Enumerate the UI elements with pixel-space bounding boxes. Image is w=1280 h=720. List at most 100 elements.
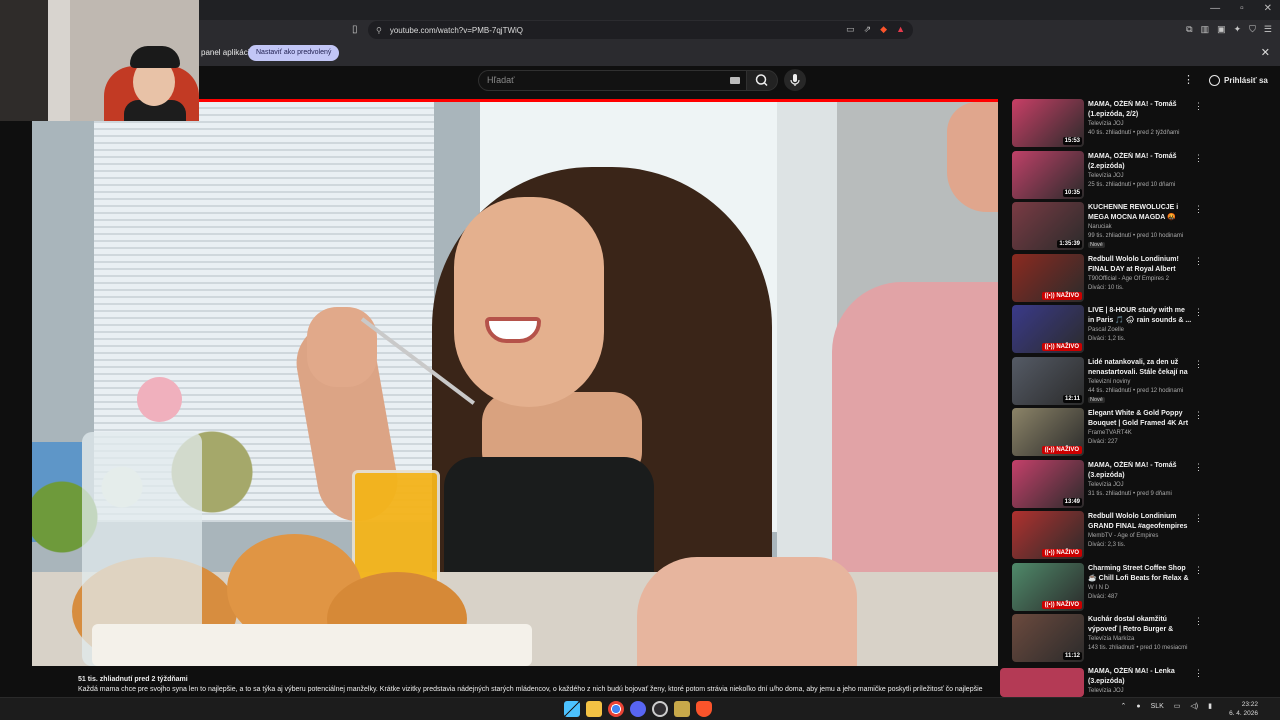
recommendation-title[interactable]: Lidé natankovali, za den už nenastartova… xyxy=(1088,358,1192,378)
brave-rewards-icon[interactable]: ▲ xyxy=(896,24,905,35)
keyboard-icon[interactable] xyxy=(730,77,740,84)
recommendation-channel[interactable]: FrameTVART4K xyxy=(1088,430,1132,436)
start-icon[interactable] xyxy=(564,701,580,717)
recommendation-item[interactable]: 13:49 MAMA, OŽEŇ MA! - Tomáš (3.epizóda) T… xyxy=(1012,459,1204,510)
recommendation-channel[interactable]: T90Official - Age Of Empires 2 xyxy=(1088,276,1169,282)
wallet-icon[interactable]: ▣ xyxy=(1217,24,1226,35)
file-explorer-icon[interactable] xyxy=(586,701,602,717)
video-player[interactable] xyxy=(32,102,998,666)
recommendation-thumbnail[interactable]: 12:11 xyxy=(1012,356,1084,405)
recommendation-kebab-icon[interactable]: ⋮ xyxy=(1194,616,1203,627)
recommendation-title[interactable]: Kuchár dostal okamžitú výpoveď | Retro B… xyxy=(1088,615,1192,635)
recommendation-title[interactable]: MAMA, OŽEŇ MA! - Lenka (3.epizóda) xyxy=(1088,667,1192,687)
recommendation-item[interactable]: 11:12 Kuchár dostal okamžitú výpoveď | Re… xyxy=(1012,614,1204,664)
recommendation-title[interactable]: KUCHENNE REWOLUCJE i MEGA MOCNA MAGDA 🤬 xyxy=(1088,203,1192,223)
recommendation-channel[interactable]: Televízia JOJ xyxy=(1088,121,1124,127)
search-input[interactable]: Hľadať xyxy=(478,70,746,91)
toolbar-right-icons: ⧉ ▥ ▣ ✦ ⛉ ☰ xyxy=(1186,24,1272,35)
recommendation-item[interactable]: 15:53 MAMA, OŽEŇ MA! - Tomáš (1.epizóda, … xyxy=(1012,99,1204,149)
cast-icon[interactable]: ▭ xyxy=(846,24,855,35)
recommendation-channel[interactable]: Televizní noviny xyxy=(1088,379,1130,385)
recommendation-kebab-icon[interactable]: ⋮ xyxy=(1194,668,1203,679)
recommendation-title[interactable]: Redbull Wololo Londinium GRAND FINAL #ag… xyxy=(1088,512,1192,532)
recommendation-thumbnail[interactable]: ((•)) NAŽIVO xyxy=(1012,305,1084,353)
recommendation-item[interactable]: ((•)) NAŽIVO Redbull Wololo Londinium! FI… xyxy=(1012,253,1204,304)
recommendation-channel[interactable]: MembTV - Age of Empires xyxy=(1088,533,1158,539)
taskbar-clock[interactable]: 23:22 6. 4. 2026 xyxy=(1229,700,1258,718)
vpn-icon[interactable]: ⛉ xyxy=(1249,24,1256,35)
recommendation-item[interactable]: 10:35 MAMA, OŽEŇ MA! - Tomáš (2.epizóda) T… xyxy=(1012,150,1204,201)
recommendation-title[interactable]: MAMA, OŽEŇ MA! - Tomáš (1.epizóda, 2/2) xyxy=(1088,100,1192,120)
recommendation-item[interactable]: ((•)) NAŽIVO Redbull Wololo Londinium GRA… xyxy=(1012,511,1204,561)
brave-icon[interactable] xyxy=(696,701,712,717)
recommendation-item[interactable]: ((•)) NAŽIVO Elegant White & Gold Poppy B… xyxy=(1012,408,1204,458)
recommendation-thumbnail[interactable]: 10:35 xyxy=(1012,150,1084,199)
tray-chevron-icon[interactable]: ⌃ xyxy=(1120,702,1126,710)
recommendation-thumbnail[interactable]: ((•)) NAŽIVO xyxy=(1012,511,1084,559)
site-info-icon[interactable]: ⚲ xyxy=(376,26,382,35)
recommendation-thumbnail-partial[interactable] xyxy=(1000,668,1084,697)
set-default-button[interactable]: Nastaviť ako predvolený xyxy=(248,45,340,61)
recommendation-title[interactable]: Charming Street Coffee Shop ☕ Chill Lofi… xyxy=(1088,564,1192,584)
sidebar-icon[interactable]: ▥ xyxy=(1201,24,1210,35)
recommendation-channel[interactable]: Televízia JOJ xyxy=(1088,173,1124,179)
voice-search-button[interactable] xyxy=(784,69,806,91)
extensions-icon[interactable]: ⧉ xyxy=(1186,24,1192,35)
recommendation-channel[interactable]: W I N D xyxy=(1088,585,1109,591)
recommendation-title[interactable]: Elegant White & Gold Poppy Bouquet | Gol… xyxy=(1088,409,1192,429)
recommendation-kebab-icon[interactable]: ⋮ xyxy=(1194,410,1203,421)
menu-icon[interactable]: ☰ xyxy=(1264,24,1272,35)
recommendation-thumbnail[interactable]: 11:12 xyxy=(1012,614,1084,662)
language-indicator[interactable]: SLK xyxy=(1151,703,1164,710)
recommendation-thumbnail[interactable]: 15:53 xyxy=(1012,99,1084,147)
recommendation-kebab-icon[interactable]: ⋮ xyxy=(1194,101,1203,112)
brave-shields-icon[interactable]: ◆ xyxy=(880,24,887,35)
volume-icon[interactable]: ◁) xyxy=(1190,702,1198,710)
recommendation-kebab-icon[interactable]: ⋮ xyxy=(1194,462,1203,473)
app-icon[interactable] xyxy=(674,701,690,717)
recommendation-kebab-icon[interactable]: ⋮ xyxy=(1194,153,1203,164)
obs-icon[interactable] xyxy=(652,701,668,717)
chrome-icon[interactable] xyxy=(608,701,624,717)
recommendation-kebab-icon[interactable]: ⋮ xyxy=(1194,513,1203,524)
close-window-icon[interactable]: ✕ xyxy=(1264,3,1272,14)
recommendation-thumbnail[interactable]: ((•)) NAŽIVO xyxy=(1012,408,1084,456)
recommendation-thumbnail[interactable]: ((•)) NAŽIVO xyxy=(1012,562,1084,611)
recommendation-kebab-icon[interactable]: ⋮ xyxy=(1194,256,1203,267)
recommendation-thumbnail[interactable]: 1:35:39 xyxy=(1012,202,1084,250)
infobar-close-icon[interactable]: ✕ xyxy=(1261,46,1270,59)
recommendation-kebab-icon[interactable]: ⋮ xyxy=(1194,565,1203,576)
recommendation-channel[interactable]: Televízia JOJ xyxy=(1088,482,1124,488)
share-icon[interactable]: ⇗ xyxy=(864,24,872,35)
microphone-tray-icon[interactable]: ● xyxy=(1136,703,1140,710)
bookmark-icon[interactable]: ▯ xyxy=(352,24,358,35)
recommendation-channel[interactable]: Televízia Markíza xyxy=(1088,636,1134,642)
recommendation-kebab-icon[interactable]: ⋮ xyxy=(1194,359,1203,370)
network-icon[interactable]: ▭ xyxy=(1174,702,1181,710)
recommendation-kebab-icon[interactable]: ⋮ xyxy=(1194,307,1203,318)
minimize-icon[interactable]: — xyxy=(1210,3,1220,14)
leo-icon[interactable]: ✦ xyxy=(1234,24,1242,35)
signin-button[interactable]: Prihlásiť sa xyxy=(1201,71,1276,89)
discord-icon[interactable] xyxy=(630,701,646,717)
recommendation-title[interactable]: Redbull Wololo Londinium! FINAL DAY at R… xyxy=(1088,255,1192,275)
recommendation-kebab-icon[interactable]: ⋮ xyxy=(1194,204,1203,215)
recommendation-channel[interactable]: Naruciak xyxy=(1088,224,1112,230)
recommendation-channel[interactable]: Pascal Zoelle xyxy=(1088,327,1124,333)
recommendation-thumbnail[interactable]: 13:49 xyxy=(1012,459,1084,508)
recommendation-channel[interactable]: Televízia JOJ xyxy=(1088,688,1124,694)
recommendation-title[interactable]: LIVE | 8-HOUR study with me in Paris 🎵 🌧… xyxy=(1088,306,1192,326)
maximize-icon[interactable]: ▫ xyxy=(1240,3,1244,14)
recommendation-item[interactable]: 1:35:39 KUCHENNE REWOLUCJE i MEGA MOCNA M… xyxy=(1012,202,1204,252)
search-button[interactable] xyxy=(746,70,778,91)
battery-icon[interactable]: ▮ xyxy=(1208,702,1212,710)
recommendation-title[interactable]: MAMA, OŽEŇ MA! - Tomáš (2.epizóda) xyxy=(1088,152,1192,172)
video-description[interactable]: 51 tis. zhliadnutí pred 2 týždňami Každá… xyxy=(78,675,993,695)
settings-kebab-icon[interactable]: ⋮ xyxy=(1183,73,1194,86)
recommendation-item[interactable]: ((•)) NAŽIVO LIVE | 8-HOUR study with me … xyxy=(1012,305,1204,355)
recommendation-item[interactable]: 12:11 Lidé natankovali, za den už nenasta… xyxy=(1012,356,1204,407)
address-bar[interactable]: ⚲ youtube.com/watch?v=PMB-7qjTWiQ ▭ ⇗ ◆ … xyxy=(368,21,913,39)
recommendation-title[interactable]: MAMA, OŽEŇ MA! - Tomáš (3.epizóda) xyxy=(1088,461,1192,481)
recommendation-item[interactable]: ((•)) NAŽIVO Charming Street Coffee Shop … xyxy=(1012,562,1204,613)
recommendation-thumbnail[interactable]: ((•)) NAŽIVO xyxy=(1012,253,1084,302)
